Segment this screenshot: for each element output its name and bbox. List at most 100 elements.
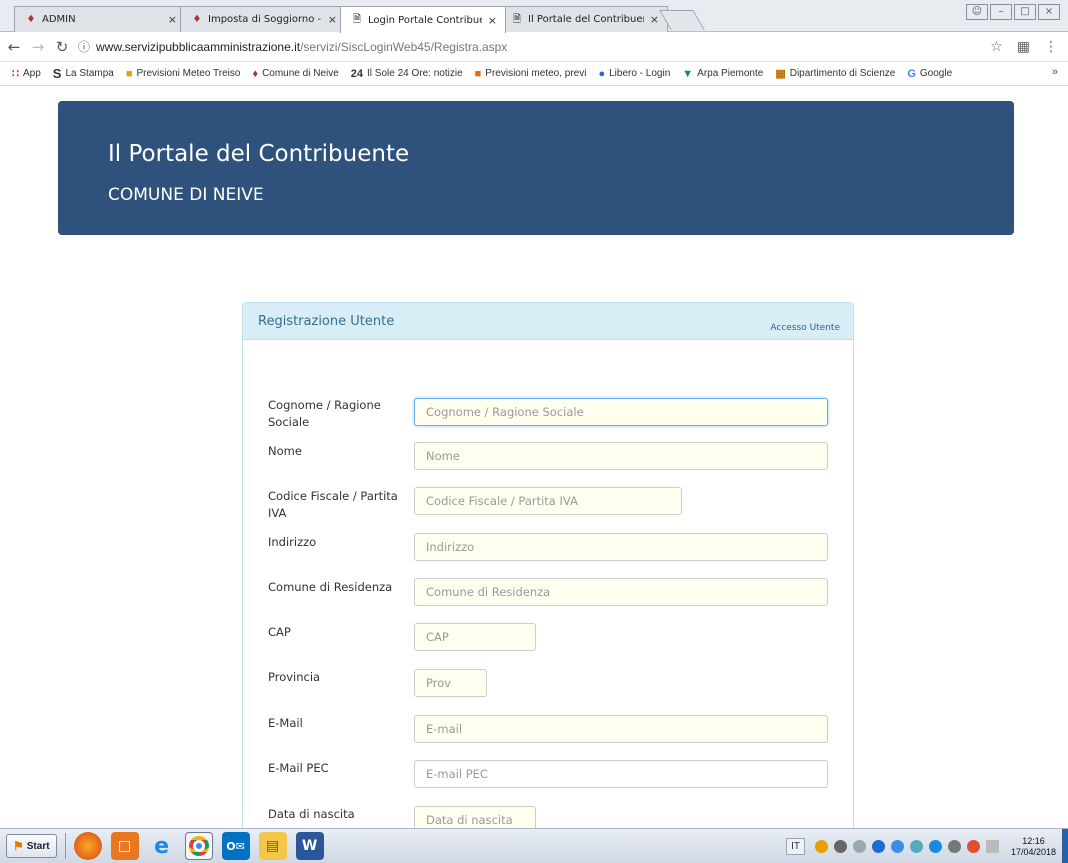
clock-time: 12:16 <box>1022 835 1045 846</box>
network-icon[interactable] <box>947 840 961 853</box>
windows-taskbar: ⚑ Start □ e O✉ ▤ W IT 12:16 17/04/2018 <box>0 828 1068 863</box>
app-icon: ♦ <box>26 13 36 25</box>
forward-icon[interactable]: → <box>28 38 48 56</box>
outlook-express-icon[interactable]: □ <box>110 832 139 860</box>
libero-icon: ● <box>598 67 606 80</box>
bookmark-meteo-treiso[interactable]: ■ Previsioni Meteo Treiso <box>126 68 241 80</box>
minimize-button[interactable]: – <box>990 4 1012 20</box>
show-desktop-button[interactable] <box>1062 829 1068 863</box>
provincia-input[interactable]: Prov <box>414 669 487 697</box>
menu-icon[interactable]: ⋮ <box>1044 39 1058 55</box>
nascita-label: Data di nascita <box>268 807 355 821</box>
start-label: Start <box>26 840 50 852</box>
back-icon[interactable]: ← <box>4 38 24 56</box>
tray-app-icon[interactable] <box>852 840 866 853</box>
bookmarks-bar: ∷ App S La Stampa ■ Previsioni Meteo Treiso… <box>0 62 1068 86</box>
chrome-icon[interactable] <box>184 832 213 860</box>
codice-fiscale-label: Codice Fiscale / Partita IVA <box>268 489 398 520</box>
nome-input[interactable]: Nome <box>414 442 828 470</box>
action-center-flag-icon[interactable] <box>985 840 999 853</box>
bookmark-label: Il Sole 24 Ore: notizie <box>367 68 463 79</box>
folder-icon[interactable]: ▤ <box>258 832 287 860</box>
arpa-icon: ▼ <box>682 67 694 80</box>
page-icon: 🗎 <box>512 13 522 25</box>
weather-icon: ■ <box>125 67 133 80</box>
tray-app-icon[interactable] <box>833 840 847 853</box>
pec-label: E-Mail PEC <box>268 761 329 775</box>
address-bar[interactable]: ⓘ www.servizipubblicaamministrazione.it /… <box>78 36 990 58</box>
close-icon[interactable]: × <box>328 13 337 26</box>
tray-app-icon[interactable] <box>871 840 885 853</box>
page-subtitle: COMUNE DI NEIVE <box>108 185 264 205</box>
word-icon[interactable]: W <box>295 832 324 860</box>
pec-input[interactable]: E-mail PEC <box>414 760 828 788</box>
reload-icon[interactable]: ↻ <box>52 38 72 56</box>
dept-icon: ▦ <box>775 68 786 80</box>
user-icon[interactable]: ☺ <box>966 4 988 20</box>
clock[interactable]: 12:16 17/04/2018 <box>1011 836 1056 858</box>
codice-fiscale-input[interactable]: Codice Fiscale / Partita IVA <box>414 487 682 515</box>
firefox-icon[interactable] <box>73 832 102 860</box>
bookmark-comune-neive[interactable]: ♦ Comune di Neive <box>252 68 338 80</box>
extension-icon[interactable]: ▦ <box>1017 39 1030 55</box>
app-icon: ♦ <box>192 13 202 25</box>
tab-portale-contribuente[interactable]: 🗎 Il Portale del Contribuente × <box>500 6 668 32</box>
bookmark-app[interactable]: ∷ App <box>12 67 41 80</box>
bookmark-libero[interactable]: ● Libero - Login <box>598 68 670 80</box>
email-label: E-Mail <box>268 716 303 730</box>
bookmark-label: Dipartimento di Scienze <box>789 68 896 79</box>
close-icon[interactable]: × <box>168 13 177 26</box>
tray-app-icon[interactable] <box>928 840 942 853</box>
cognome-input[interactable]: Cognome / Ragione Sociale <box>414 398 828 426</box>
tab-label: Login Portale Contribuente <box>368 14 482 26</box>
bookmark-previsioni-meteo[interactable]: ■ Previsioni meteo, previ <box>475 68 587 80</box>
separator <box>64 833 66 859</box>
bookmark-google[interactable]: G Google <box>907 68 952 80</box>
bookmark-arpa[interactable]: ▼ Arpa Piemonte <box>682 68 763 80</box>
start-button[interactable]: ⚑ Start <box>6 834 57 858</box>
indirizzo-input[interactable]: Indirizzo <box>414 533 828 561</box>
close-icon[interactable]: × <box>488 14 497 27</box>
internet-explorer-icon[interactable]: e <box>148 832 176 860</box>
indirizzo-label: Indirizzo <box>268 535 317 549</box>
bookmark-la-stampa[interactable]: S La Stampa <box>53 66 114 81</box>
browser-tab-strip: ♦ ADMIN × ♦ Imposta di Soggiorno - Ser ×… <box>0 0 1068 33</box>
nome-label: Nome <box>268 444 302 458</box>
email-input[interactable]: E-mail <box>414 715 828 743</box>
tab-imposta[interactable]: ♦ Imposta di Soggiorno - Ser × <box>180 6 346 32</box>
tray-app-icon[interactable] <box>909 840 923 853</box>
comune-input[interactable]: Comune di Residenza <box>414 578 828 606</box>
url-host: www.servizipubblicaamministrazione.it <box>96 39 301 54</box>
sole24-icon: 24 <box>350 67 364 80</box>
close-icon[interactable]: × <box>650 13 659 26</box>
window-controls: ☺ – □ × <box>966 4 1060 20</box>
panel-header: Registrazione Utente Accesso Utente <box>243 303 853 340</box>
star-icon[interactable]: ☆ <box>990 39 1003 55</box>
bookmark-label: Google <box>919 68 953 79</box>
panel-title: Registrazione Utente <box>258 314 395 329</box>
maximize-button[interactable]: □ <box>1014 4 1036 20</box>
bookmark-label: Previsioni meteo, previ <box>485 68 587 79</box>
outlook-icon[interactable]: O✉ <box>221 832 250 860</box>
cap-input[interactable]: CAP <box>414 623 536 651</box>
bookmark-dipartimento[interactable]: ▦ Dipartimento di Scienze <box>775 67 895 80</box>
tab-login-portale[interactable]: 🗎 Login Portale Contribuente × <box>340 6 506 33</box>
info-icon[interactable]: ⓘ <box>78 38 90 55</box>
weather-icon: ■ <box>474 67 482 80</box>
page-title: Il Portale del Contribuente <box>108 141 410 167</box>
tray-app-icon[interactable] <box>814 840 828 853</box>
bookmark-label: Arpa Piemonte <box>697 68 764 79</box>
bookmark-label: Comune di Neive <box>262 68 339 79</box>
chevron-more-icon[interactable]: » <box>1052 66 1058 78</box>
cognome-label: Cognome / Ragione Sociale <box>268 398 381 429</box>
bookmark-label: La Stampa <box>65 68 114 79</box>
volume-icon[interactable] <box>966 840 980 853</box>
tray-app-icon[interactable] <box>890 840 904 853</box>
bookmark-sole-24[interactable]: 24 Il Sole 24 Ore: notizie <box>351 68 463 80</box>
tab-admin[interactable]: ♦ ADMIN × <box>14 6 186 32</box>
provincia-label: Provincia <box>268 670 321 684</box>
language-indicator[interactable]: IT <box>786 838 805 855</box>
browser-toolbar: ← → ↻ ⓘ www.servizipubblicaamministrazio… <box>0 32 1068 62</box>
accesso-utente-link[interactable]: Accesso Utente <box>770 323 840 333</box>
close-window-button[interactable]: × <box>1038 4 1060 20</box>
